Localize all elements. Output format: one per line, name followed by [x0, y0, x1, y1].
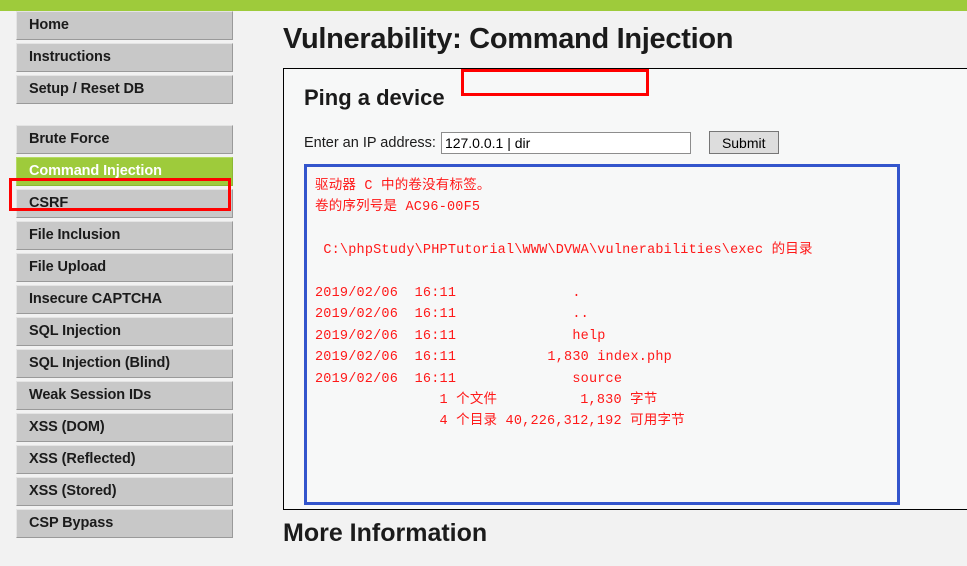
sidebar-item-sql-injection-blind[interactable]: SQL Injection (Blind)	[16, 349, 233, 378]
sidebar-item-command-injection[interactable]: Command Injection	[16, 157, 233, 186]
sidebar-vulnerability-group: Brute Force Command Injection CSRF File Inc…	[0, 125, 275, 538]
sidebar-item-setup-reset-db[interactable]: Setup / Reset DB	[16, 75, 233, 104]
ping-form: Enter an IP address: Submit	[304, 131, 779, 154]
sidebar-item-xss-reflected[interactable]: XSS (Reflected)	[16, 445, 233, 474]
sidebar-item-file-upload[interactable]: File Upload	[16, 253, 233, 282]
main-content: Vulnerability: Command Injection Ping a …	[275, 11, 967, 566]
vulnerability-heading: Ping a device	[304, 85, 445, 110]
sidebar-item-weak-session-ids[interactable]: Weak Session IDs	[16, 381, 233, 410]
more-information-title: More Information	[283, 519, 488, 547]
sidebar-group-separator	[0, 107, 275, 125]
sidebar-primary-group: Home Instructions Setup / Reset DB	[0, 11, 275, 104]
sidebar-item-xss-stored[interactable]: XSS (Stored)	[16, 477, 233, 506]
sidebar-item-csp-bypass[interactable]: CSP Bypass	[16, 509, 233, 538]
sidebar-item-instructions[interactable]: Instructions	[16, 43, 233, 72]
sidebar-item-file-inclusion[interactable]: File Inclusion	[16, 221, 233, 250]
page-title: Vulnerability: Command Injection	[283, 23, 734, 55]
sidebar-item-home[interactable]: Home	[16, 11, 233, 40]
command-output-text: 驱动器 C 中的卷没有标签。 卷的序列号是 AC96-00F5 C:\phpSt…	[315, 179, 813, 430]
vulnerability-panel: Ping a device Enter an IP address: Submi…	[283, 68, 967, 510]
sidebar-item-insecure-captcha[interactable]: Insecure CAPTCHA	[16, 285, 233, 314]
ip-address-input[interactable]	[440, 131, 691, 154]
sidebar-item-sql-injection[interactable]: SQL Injection	[16, 317, 233, 346]
sidebar-item-brute-force[interactable]: Brute Force	[16, 125, 233, 154]
ip-address-label: Enter an IP address:	[304, 134, 436, 151]
command-output-panel: 驱动器 C 中的卷没有标签。 卷的序列号是 AC96-00F5 C:\phpSt…	[304, 164, 900, 505]
sidebar-item-xss-dom[interactable]: XSS (DOM)	[16, 413, 233, 442]
sidebar-item-csrf[interactable]: CSRF	[16, 189, 233, 218]
submit-button[interactable]: Submit	[708, 131, 779, 154]
sidebar-navigation: Home Instructions Setup / Reset DB Brute F…	[0, 11, 275, 566]
top-accent-bar	[0, 0, 967, 11]
